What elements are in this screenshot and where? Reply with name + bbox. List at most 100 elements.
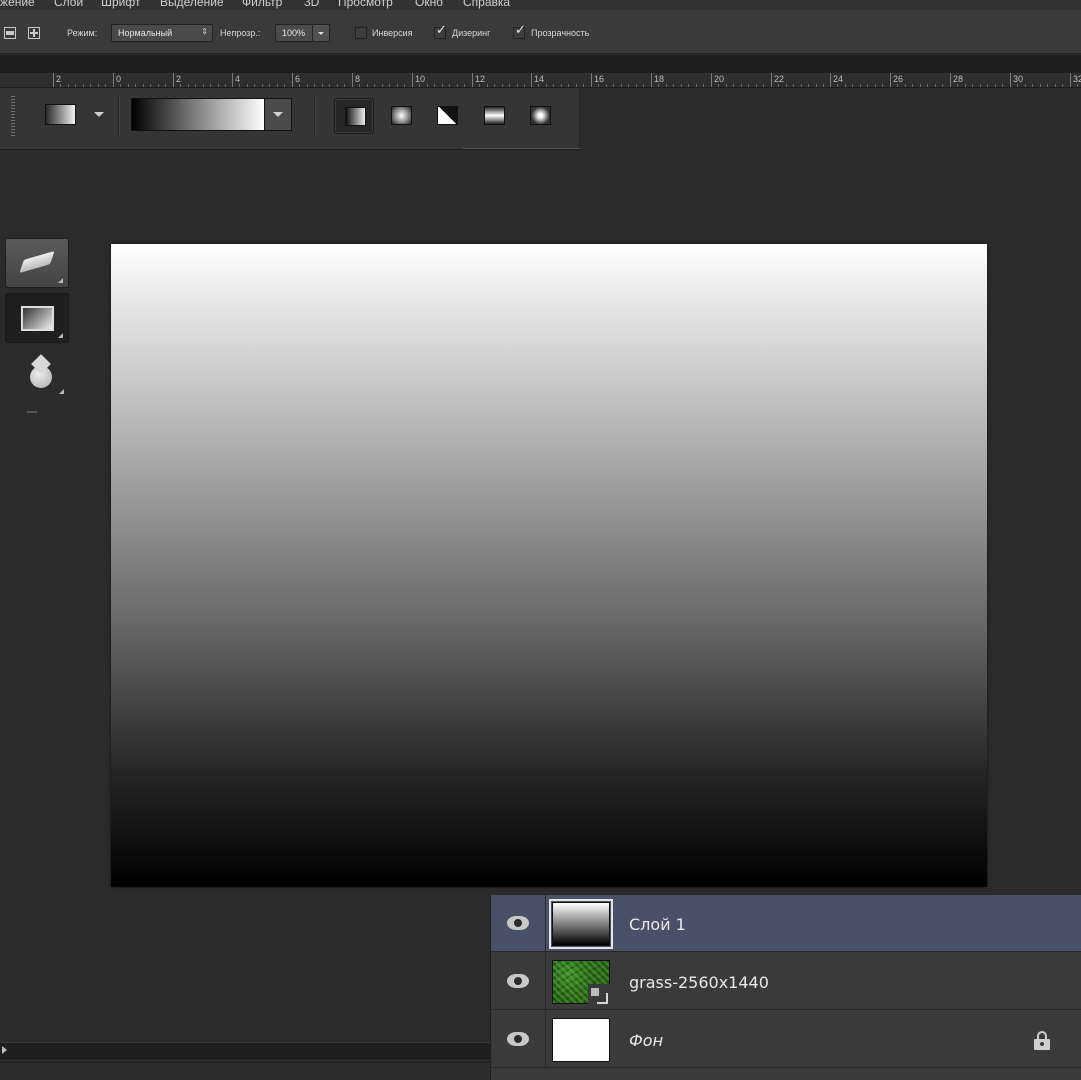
menu-3d[interactable]: 3D bbox=[304, 0, 319, 9]
mode-label: Режим: bbox=[67, 28, 98, 38]
reverse-label: Инверсия bbox=[372, 28, 413, 38]
ruler-minor-tick bbox=[1047, 84, 1048, 87]
document-canvas[interactable] bbox=[111, 244, 987, 887]
layer-name[interactable]: Фон bbox=[629, 1031, 663, 1050]
ruler-minor-tick bbox=[643, 84, 644, 87]
ruler-minor-tick bbox=[995, 84, 996, 87]
reverse-checkbox[interactable] bbox=[355, 27, 367, 39]
ruler-major-tick bbox=[591, 73, 592, 87]
opacity-dropdown-button[interactable] bbox=[313, 24, 330, 42]
menu-layers[interactable]: Слои bbox=[54, 0, 83, 9]
diamond-gradient-button[interactable] bbox=[520, 98, 560, 134]
ruler-label: 10 bbox=[415, 74, 426, 84]
layer-name[interactable]: grass-2560x1440 bbox=[629, 973, 769, 992]
scrollbar-track[interactable] bbox=[0, 1042, 490, 1059]
ruler-major-tick bbox=[1010, 73, 1011, 87]
mode-select[interactable]: Нормальный ⇕ bbox=[111, 24, 213, 42]
ruler-major-tick bbox=[651, 73, 652, 87]
lock-icon bbox=[1034, 1031, 1050, 1050]
ruler-minor-tick bbox=[875, 84, 876, 87]
ruler-minor-tick bbox=[756, 84, 757, 87]
updown-icon: ⇕ bbox=[201, 27, 208, 36]
separator bbox=[118, 94, 119, 138]
ruler-minor-tick bbox=[957, 84, 958, 87]
ruler-minor-tick bbox=[927, 84, 928, 87]
ruler-major-tick bbox=[113, 73, 114, 87]
linear-gradient-button[interactable] bbox=[334, 98, 374, 134]
ruler-minor-tick bbox=[786, 84, 787, 87]
menu-filter[interactable]: Фильтр bbox=[242, 0, 282, 9]
gradient-picker-dropdown-button[interactable] bbox=[265, 98, 292, 131]
reflected-gradient-icon bbox=[484, 106, 505, 125]
ruler-minor-tick bbox=[1077, 84, 1078, 87]
ruler-label: 8 bbox=[355, 74, 361, 84]
ruler-major-tick bbox=[352, 73, 353, 87]
diamond-option-icon[interactable] bbox=[28, 27, 40, 39]
ruler-major-tick bbox=[472, 73, 473, 87]
gradient-editor-bar[interactable] bbox=[131, 98, 265, 131]
ruler-minor-tick bbox=[778, 84, 779, 87]
scroll-right-arrow-icon[interactable] bbox=[2, 1046, 7, 1054]
ruler-minor-tick bbox=[1055, 84, 1056, 87]
menu-window[interactable]: Окно bbox=[415, 0, 443, 9]
ruler-major-tick bbox=[711, 73, 712, 87]
opacity-input[interactable]: 100% bbox=[275, 24, 313, 42]
layer-thumbnail bbox=[552, 960, 610, 1004]
preset-dropdown-arrow-icon[interactable] bbox=[94, 112, 104, 117]
ruler-label: 22 bbox=[774, 74, 785, 84]
menu-view[interactable]: Просмотр bbox=[338, 0, 393, 9]
visibility-toggle[interactable] bbox=[491, 895, 546, 952]
ruler-minor-tick bbox=[845, 84, 846, 87]
ruler-major-tick bbox=[173, 73, 174, 87]
ruler-major-tick bbox=[292, 73, 293, 87]
ruler-minor-tick bbox=[613, 84, 614, 87]
reflected-option-icon[interactable] bbox=[4, 27, 16, 39]
ruler-major-tick bbox=[232, 73, 233, 87]
tools-panel bbox=[0, 230, 72, 420]
ruler-label: 28 bbox=[953, 74, 964, 84]
transparency-checkbox[interactable] bbox=[513, 23, 526, 39]
ruler-minor-tick bbox=[816, 84, 817, 87]
layer-name[interactable]: Слой 1 bbox=[629, 915, 686, 934]
ruler-major-tick bbox=[771, 73, 772, 87]
radial-gradient-button[interactable] bbox=[381, 98, 421, 134]
transparency-label: Прозрачность bbox=[531, 28, 590, 38]
blur-tool-button[interactable] bbox=[5, 348, 69, 398]
ruler-minor-tick bbox=[681, 84, 682, 87]
visibility-toggle[interactable] bbox=[491, 1011, 546, 1068]
ruler-minor-tick bbox=[733, 84, 734, 87]
menu-image[interactable]: жение bbox=[0, 0, 35, 9]
dither-checkbox[interactable] bbox=[434, 23, 447, 39]
panel-grip-handle[interactable] bbox=[11, 96, 15, 136]
ruler-label: 20 bbox=[714, 74, 725, 84]
smart-object-icon bbox=[588, 984, 610, 1004]
ruler-minor-tick bbox=[1025, 84, 1026, 87]
ruler-minor-tick bbox=[1040, 84, 1041, 87]
horizontal-scrollbar bbox=[0, 1040, 490, 1080]
reflected-gradient-button[interactable] bbox=[474, 98, 514, 134]
menu-type[interactable]: Шрифт bbox=[101, 0, 140, 9]
flyout-corner-icon bbox=[58, 278, 63, 283]
ruler-minor-tick bbox=[972, 84, 973, 87]
ruler-minor-tick bbox=[598, 84, 599, 87]
gradient-preset-swatch[interactable] bbox=[45, 104, 76, 125]
menu-bar: жение Слои Шрифт Выделение Фильтр 3D Про… bbox=[0, 0, 1081, 10]
eraser-tool-button[interactable] bbox=[5, 238, 69, 288]
ruler-label: 32 bbox=[1073, 74, 1081, 84]
layer-row-layer1[interactable]: Слой 1 bbox=[491, 895, 1081, 952]
angle-gradient-button[interactable] bbox=[427, 98, 467, 134]
ruler-minor-tick bbox=[621, 84, 622, 87]
ruler-minor-tick bbox=[860, 84, 861, 87]
ruler-minor-tick bbox=[696, 84, 697, 87]
gradient-tool-button[interactable] bbox=[5, 293, 69, 343]
ruler-minor-tick bbox=[920, 84, 921, 87]
layer-row-grass[interactable]: grass-2560x1440 bbox=[491, 953, 1081, 1010]
ruler-label: 26 bbox=[893, 74, 904, 84]
eye-icon bbox=[507, 1032, 529, 1046]
layer-row-background[interactable]: Фон bbox=[491, 1011, 1081, 1068]
ruler-minor-tick bbox=[666, 84, 667, 87]
menu-select[interactable]: Выделение bbox=[160, 0, 224, 9]
visibility-toggle[interactable] bbox=[491, 953, 546, 1010]
menu-help[interactable]: Справка bbox=[463, 0, 510, 9]
ruler-minor-tick bbox=[867, 84, 868, 87]
